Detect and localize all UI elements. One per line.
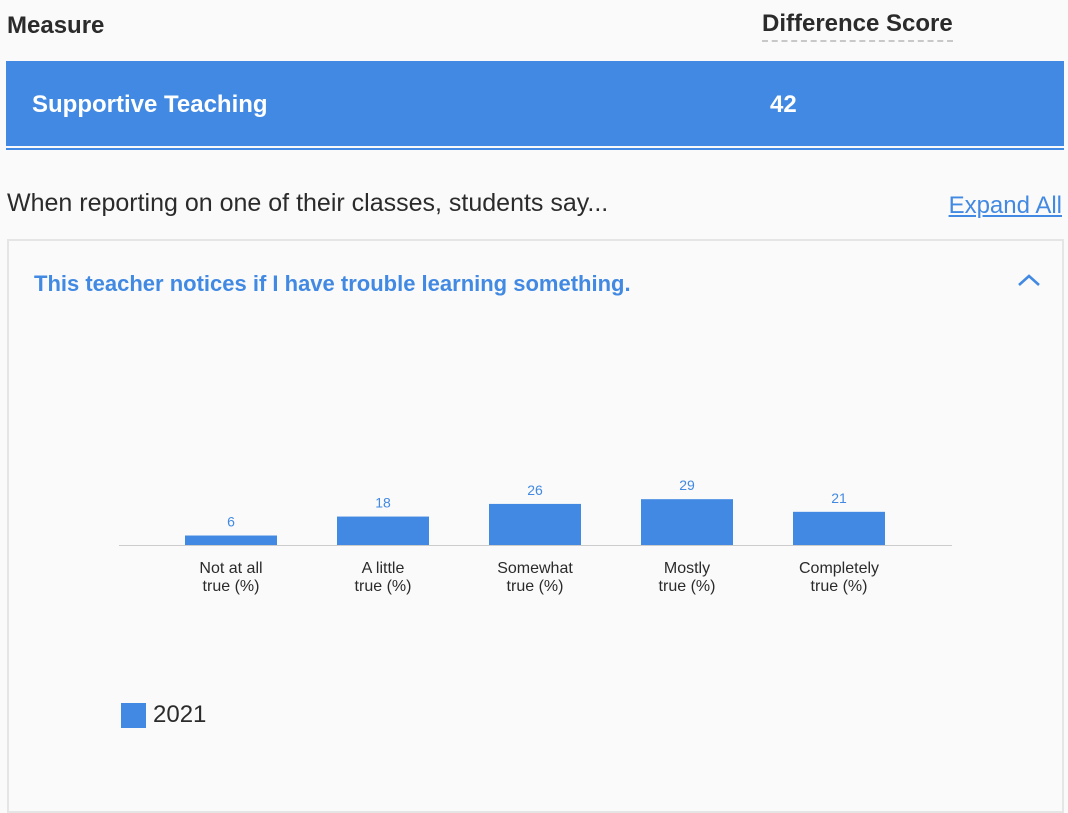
legend-label: 2021 bbox=[153, 701, 207, 728]
expand-all-link[interactable]: Expand All bbox=[949, 192, 1062, 220]
data-label-3: 29 bbox=[679, 477, 695, 493]
x-tick-label-3-line-1: true (%) bbox=[659, 578, 716, 595]
table-header: Measure Difference Score bbox=[0, 0, 1068, 60]
question-panel: This teacher notices if I have trouble l… bbox=[7, 239, 1064, 813]
chart-legend: 2021 bbox=[121, 701, 206, 729]
bar-2[interactable] bbox=[489, 503, 581, 545]
data-label-2: 26 bbox=[527, 482, 543, 498]
data-label-1: 18 bbox=[375, 495, 391, 511]
x-tick-label-2-line-0: Somewhat bbox=[497, 560, 573, 577]
x-tick-label-2-line-1: true (%) bbox=[507, 578, 564, 595]
x-tick-label-4-line-1: true (%) bbox=[811, 578, 868, 595]
x-tick-label-0-line-1: true (%) bbox=[203, 578, 260, 595]
x-tick-label-0-line-0: Not at all bbox=[199, 560, 262, 577]
x-tick-label-1-line-0: A little bbox=[362, 560, 405, 577]
legend-swatch bbox=[121, 702, 146, 728]
measure-name: Supportive Teaching bbox=[32, 91, 268, 118]
bar-1[interactable] bbox=[337, 516, 429, 545]
bar-4[interactable] bbox=[793, 511, 885, 545]
x-tick-label-4-line-0: Completely bbox=[799, 560, 879, 577]
measure-column-header: Measure bbox=[7, 12, 105, 39]
x-tick-label-1-line-1: true (%) bbox=[355, 578, 412, 595]
data-label-0: 6 bbox=[227, 514, 235, 530]
section-title: When reporting on one of their classes, … bbox=[7, 189, 609, 217]
difference-score-value: 42 bbox=[770, 91, 797, 118]
measure-row[interactable]: Supportive Teaching 42 bbox=[6, 61, 1064, 148]
x-tick-label-3-line-0: Mostly bbox=[664, 560, 710, 577]
difference-score-column-header[interactable]: Difference Score bbox=[762, 10, 953, 42]
data-label-4: 21 bbox=[831, 490, 847, 506]
bar-3[interactable] bbox=[641, 499, 733, 545]
bar-0[interactable] bbox=[185, 535, 277, 545]
bar-chart: 6Not at alltrue (%)18A littletrue (%)26S… bbox=[119, 477, 952, 595]
